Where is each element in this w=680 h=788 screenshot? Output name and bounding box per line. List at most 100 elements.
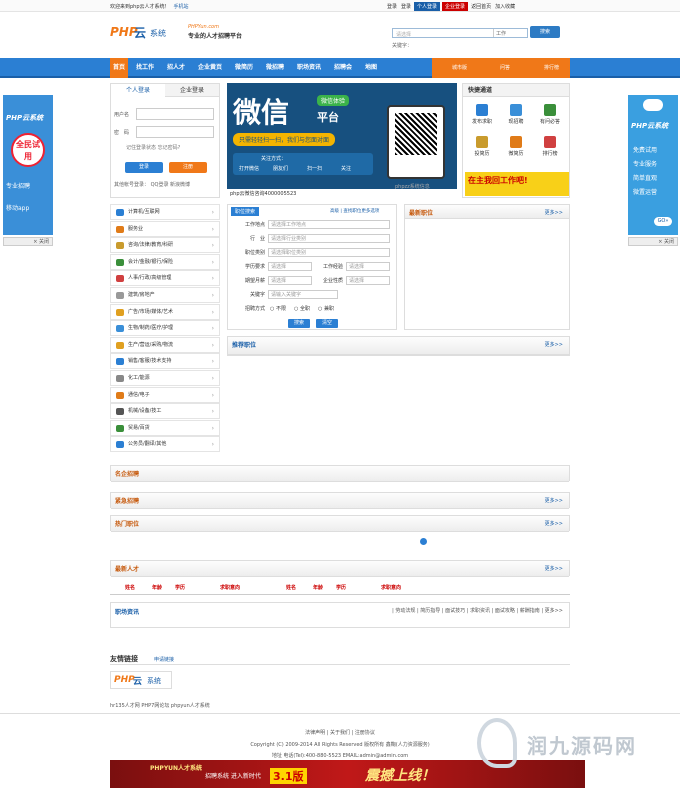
chevron-right-icon: › (211, 408, 214, 416)
tab-personal-login[interactable]: 个人登录 (111, 84, 165, 97)
experience-select[interactable]: 请选择 (346, 262, 390, 271)
login-button[interactable]: 登录 (125, 162, 163, 173)
home-link[interactable]: 返回首页 (470, 3, 492, 10)
category-item[interactable]: 通信/电子 › (110, 386, 220, 403)
news-category-links[interactable]: | 劳动法规 | 简历指导 | 面试技巧 | 求职资讯 | 面试攻略 | 薪酬指… (392, 607, 563, 614)
category-item[interactable]: 贸易/百货 › (110, 419, 220, 436)
industry-select[interactable]: 请选择行业类别 (268, 234, 390, 243)
method-fulltime-radio[interactable]: ○ 全职 (294, 305, 310, 312)
nav-map[interactable]: 地图 (365, 58, 377, 78)
friend-logo-link[interactable]: PHP 云系统 (110, 671, 172, 689)
personal-login-button[interactable]: 个人登录 (414, 1, 441, 11)
main-nav: 首页 找工作 招人才 企业黄页 微简历 微招聘 职场资讯 招聘会 地图 (0, 58, 680, 78)
category-item[interactable]: 服务业 › (110, 220, 220, 237)
search-type-select[interactable]: 工作 (493, 29, 527, 37)
wechat-banner[interactable]: 微信 微信体验 平台 只需轻轻扫一扫，我们与您面对面 关注方式： 打开微信 朋友… (227, 83, 457, 198)
tab-job-search[interactable]: 职位搜索 (231, 207, 260, 216)
password-field[interactable] (136, 126, 214, 138)
quick-post-resume[interactable]: 发布求职 (465, 104, 499, 125)
category-item[interactable]: 建筑/房地产 › (110, 287, 220, 303)
more-link[interactable]: 更多>> (545, 565, 563, 572)
keyword-input[interactable]: 请输入关键字 (268, 290, 338, 299)
nav-jobfair[interactable]: 招聘会 (334, 58, 352, 78)
apply-link[interactable]: 申请链接 (154, 656, 174, 663)
category-item[interactable]: 人事/行政/高级管理 › (110, 270, 220, 287)
nav-city[interactable]: 城市版 (452, 58, 467, 78)
friend-text-links[interactable]: hr135人才网 PHP7网论坛 phpyun人才系统 (110, 702, 210, 709)
third-party-login[interactable]: 其他帐号登录： QQ登录 新浪微博 (114, 181, 190, 188)
more-link[interactable]: 更多>> (545, 497, 563, 504)
category-item[interactable]: 会计/金融/银行/保险 › (110, 253, 220, 270)
login-link[interactable]: 登录 (386, 3, 398, 10)
category-icon (116, 325, 124, 333)
right-float-banner[interactable]: PHP云系统 免费试用 专业服务 简单直观 微置运营 GO» (628, 95, 678, 235)
quick-rank[interactable]: 排行榜 (533, 136, 567, 157)
method-any-radio[interactable]: ○ 不限 (270, 305, 286, 312)
nav-find-job[interactable]: 找工作 (136, 58, 154, 78)
nature-select[interactable]: 请选择 (346, 276, 390, 285)
register-button[interactable]: 注册 (169, 162, 207, 173)
more-link[interactable]: 更多>> (545, 341, 563, 348)
login-link-2[interactable]: 登录 (400, 3, 412, 10)
category-label: 贸易/百货 (128, 424, 150, 431)
nav-news[interactable]: 职场资讯 (297, 58, 321, 78)
more-link[interactable]: 更多>> (545, 520, 563, 527)
quick-ad[interactable]: 在主我回工作吧! (465, 172, 569, 196)
quick-micro-resume[interactable]: 微简历 (499, 136, 533, 157)
site-url: PHPYun.com (188, 24, 219, 30)
watermark: 润九源码网 (477, 718, 667, 778)
category-icon (116, 308, 124, 316)
search-input[interactable]: 请选择 工作 (392, 28, 528, 38)
login-box: 个人登录 企业登录 用户名 密 码 记住登录状态 忘记密码? 登录 注册 其他帐… (110, 83, 220, 198)
right-banner-close[interactable]: × 关闭 (628, 237, 678, 246)
category-item[interactable]: 生产/营运/采购/物流 › (110, 336, 220, 353)
job-type-select[interactable]: 请选择职位类别 (268, 248, 390, 257)
site-logo[interactable]: PHP 云系统 (110, 22, 190, 42)
nav-micro-recruit[interactable]: 微招聘 (266, 58, 284, 78)
footer-divider (0, 713, 680, 714)
nav-find-talent[interactable]: 招人才 (167, 58, 185, 78)
micro-icon (510, 136, 522, 148)
favorite-link[interactable]: 加入收藏 (494, 3, 516, 10)
category-item[interactable]: 销售/客服/技术支持 › (110, 353, 220, 370)
category-item[interactable]: 生物/制药/医疗/护理 › (110, 320, 220, 337)
quick-qa[interactable]: 有问必答 (533, 104, 567, 125)
job-search-box: 职位搜索 高级 | 查找职位更多选项 工作地点 请选择工作地点 行 业请选择行业类… (227, 204, 397, 330)
job-search-button[interactable]: 搜索 (288, 319, 310, 328)
left-banner-close[interactable]: × 关闭 (3, 237, 53, 246)
nav-qa[interactable]: 问答 (500, 58, 510, 78)
chevron-right-icon: › (211, 341, 214, 349)
username-field[interactable] (136, 108, 214, 120)
category-icon (116, 258, 124, 266)
nav-micro-resume[interactable]: 微简历 (235, 58, 253, 78)
category-label: 人事/行政/高级管理 (128, 275, 172, 282)
search-button[interactable]: 搜索 (530, 26, 560, 38)
job-reset-button[interactable]: 清空 (316, 319, 338, 328)
quick-recruit[interactable]: 现招聘 (499, 104, 533, 125)
tab-company-login[interactable]: 企业登录 (165, 84, 219, 97)
mobile-link[interactable]: 手机站 (174, 4, 189, 10)
go-button[interactable]: GO» (654, 217, 672, 226)
method-parttime-radio[interactable]: ○ 兼职 (318, 305, 334, 312)
remember-checkbox[interactable]: 记住登录状态 忘记密码? (126, 144, 180, 151)
category-item[interactable]: 计算机/互联网 › (110, 204, 220, 220)
category-icon (116, 341, 124, 349)
more-link[interactable]: 更多>> (545, 209, 563, 216)
category-icon (116, 209, 124, 216)
advanced-search-link[interactable]: 高级 | 查找职位更多选项 (330, 208, 379, 214)
category-item[interactable]: 机械/设备/技工 › (110, 403, 220, 420)
location-select[interactable]: 请选择工作地点 (268, 220, 390, 229)
chevron-right-icon: › (211, 424, 214, 432)
category-item[interactable]: 咨询/法律/教育/科研 › (110, 237, 220, 254)
category-item[interactable]: 化工/能源 › (110, 370, 220, 386)
nav-rank[interactable]: 排行榜 (544, 58, 559, 78)
chevron-right-icon: › (211, 242, 214, 250)
category-icon (116, 292, 124, 299)
quick-send-resume[interactable]: 投简历 (465, 136, 499, 157)
category-item[interactable]: 广告/市场/媒体/艺术 › (110, 303, 220, 320)
nav-home[interactable]: 首页 (110, 58, 129, 78)
nav-company[interactable]: 企业黄页 (198, 58, 222, 78)
category-item[interactable]: 公务员/翻译/其他 › (110, 436, 220, 453)
company-login-button[interactable]: 企业登录 (442, 1, 469, 11)
left-float-banner[interactable]: PHP云系统 全民试用 专业招聘 移动app (3, 95, 53, 235)
